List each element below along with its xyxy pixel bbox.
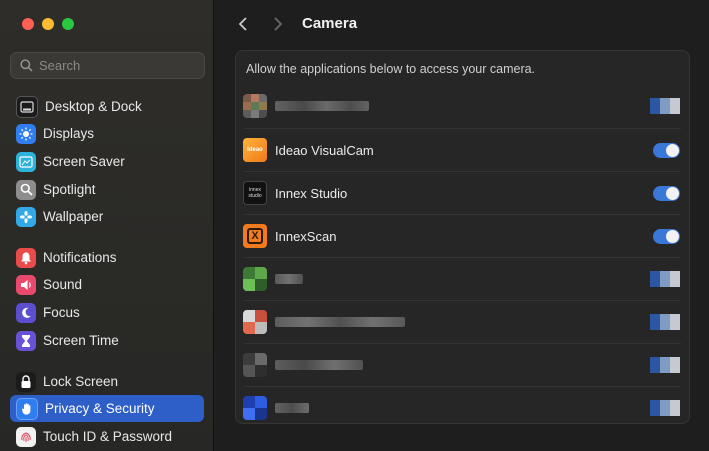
sidebar-item-screen-saver[interactable]: Screen Saver	[10, 148, 204, 175]
innex-studio-icon: innex studio	[243, 181, 267, 205]
window-controls	[22, 18, 74, 30]
app-name: Innex Studio	[275, 185, 348, 201]
sidebar-item-label: Sound	[43, 277, 83, 292]
list-item	[236, 258, 689, 300]
sidebar-item-label: Notifications	[43, 250, 117, 265]
panel-description: Allow the applications below to access y…	[246, 62, 536, 76]
access-toggle[interactable]	[653, 185, 680, 201]
sidebar-item-label: Touch ID & Password	[43, 429, 173, 444]
list-item	[236, 344, 689, 386]
bell-icon	[16, 247, 36, 268]
flower-icon	[16, 206, 36, 227]
sidebar-item-desktop-dock[interactable]: Desktop & Dock	[10, 93, 204, 120]
minimize-window-button[interactable]	[42, 18, 54, 30]
fingerprint-icon	[16, 426, 36, 447]
sidebar-item-label: Wallpaper	[43, 209, 104, 224]
back-button[interactable]	[235, 14, 251, 34]
app-name: Ideao VisualCam	[275, 142, 374, 158]
app-icon	[243, 94, 267, 118]
search-icon	[15, 59, 37, 72]
ideao-visualcam-icon: Ideao	[243, 138, 267, 162]
sidebar-item-touch-id-password[interactable]: Touch ID & Password	[10, 423, 204, 450]
sidebar-item-notifications[interactable]: Notifications	[10, 244, 204, 271]
sidebar: Desktop & Dock Displays Screen Saver Spo…	[0, 0, 214, 451]
list-item	[236, 301, 689, 343]
sidebar-item-label: Displays	[43, 126, 95, 141]
magnifier-icon	[16, 179, 36, 200]
app-name-redacted	[275, 274, 303, 284]
sun-icon	[16, 123, 36, 144]
access-toggle[interactable]	[653, 228, 680, 244]
app-icon	[243, 396, 267, 420]
sidebar-item-label: Lock Screen	[43, 374, 119, 389]
forward-button[interactable]	[270, 14, 286, 34]
sidebar-item-wallpaper[interactable]: Wallpaper	[10, 203, 204, 230]
hourglass-icon	[16, 330, 36, 351]
list-item: Ideao Ideao VisualCam	[236, 129, 689, 171]
toolbar: Camera	[215, 0, 709, 48]
lock-icon	[16, 371, 36, 392]
access-toggle[interactable]	[650, 98, 680, 114]
sidebar-item-label: Desktop & Dock	[45, 99, 142, 114]
access-toggle[interactable]	[650, 400, 680, 416]
chevron-left-icon	[238, 17, 247, 31]
sidebar-item-lock-screen[interactable]: Lock Screen	[10, 368, 204, 395]
sidebar-item-spotlight[interactable]: Spotlight	[10, 176, 204, 203]
screen-saver-icon	[16, 151, 36, 172]
sidebar-item-label: Screen Time	[43, 333, 119, 348]
list-item: X InnexScan	[236, 215, 689, 257]
list-item: innex studio Innex Studio	[236, 172, 689, 214]
list-item	[236, 387, 689, 423]
sidebar-item-label: Spotlight	[43, 182, 96, 197]
innexscan-icon: X	[243, 224, 267, 248]
sidebar-item-focus[interactable]: Focus	[10, 299, 204, 326]
search-field[interactable]	[10, 52, 205, 79]
hand-icon	[16, 397, 38, 420]
app-name-redacted	[275, 317, 405, 327]
chevron-right-icon	[274, 17, 283, 31]
access-toggle[interactable]	[650, 314, 680, 330]
sidebar-item-privacy-security[interactable]: Privacy & Security	[10, 395, 204, 422]
app-icon	[243, 310, 267, 334]
sidebar-item-label: Privacy & Security	[45, 401, 155, 416]
sidebar-item-sound[interactable]: Sound	[10, 271, 204, 298]
app-name: InnexScan	[275, 228, 337, 244]
close-window-button[interactable]	[22, 18, 34, 30]
search-input[interactable]	[37, 57, 191, 74]
main-content: Camera Allow the applications below to a…	[215, 0, 709, 451]
app-icon	[243, 353, 267, 377]
page-title: Camera	[302, 15, 358, 32]
access-toggle[interactable]	[650, 271, 680, 287]
sidebar-item-screen-time[interactable]: Screen Time	[10, 327, 204, 354]
sidebar-item-label: Screen Saver	[43, 154, 125, 169]
app-name-redacted	[275, 101, 369, 111]
list-item	[236, 85, 689, 127]
app-icon	[243, 267, 267, 291]
access-toggle[interactable]	[653, 142, 680, 158]
moon-icon	[16, 302, 36, 323]
speaker-icon	[16, 274, 36, 295]
camera-permissions-panel: Allow the applications below to access y…	[235, 50, 690, 424]
access-toggle[interactable]	[650, 357, 680, 373]
app-name-redacted	[275, 360, 363, 370]
app-name-redacted	[275, 403, 309, 413]
dock-icon	[16, 95, 38, 118]
zoom-window-button[interactable]	[62, 18, 74, 30]
sidebar-item-displays[interactable]: Displays	[10, 120, 204, 147]
sidebar-item-label: Focus	[43, 305, 80, 320]
